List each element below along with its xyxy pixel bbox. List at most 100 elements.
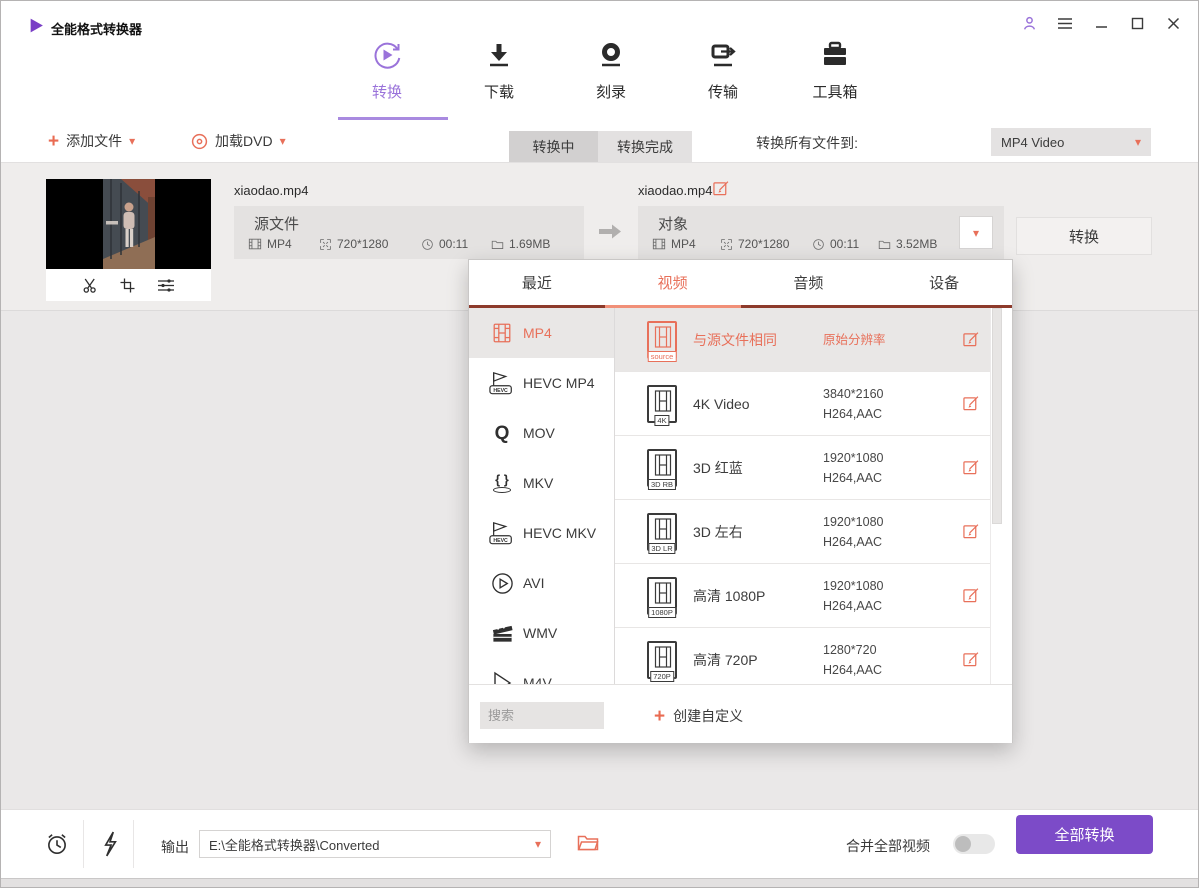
preset-3d-red-blue[interactable]: 3D RB 3D 红蓝 1920*1080H264,AAC — [615, 436, 990, 500]
preset-scrollbar-thumb[interactable] — [992, 308, 1002, 524]
source-size: 1.69MB — [491, 237, 550, 251]
output-path-value: E:\全能格式转换器\Converted — [209, 835, 380, 854]
plus-icon: + — [48, 132, 59, 151]
mkv-braces-icon: { } — [489, 473, 515, 493]
app-title: 全能格式转换器 — [51, 19, 142, 38]
toolbox-icon — [817, 37, 853, 73]
target-size: 3.52MB — [878, 237, 937, 251]
create-custom-button[interactable]: + 创建自定义 — [654, 706, 743, 726]
preset-4k-video[interactable]: 4K 4K Video 3840*2160H264,AAC — [615, 372, 990, 436]
nav-tab-transfer[interactable]: 传输 — [667, 37, 779, 107]
schedule-alarm-icon[interactable] — [44, 831, 70, 857]
edit-preset-icon[interactable] — [963, 331, 980, 348]
toggle-knob — [955, 836, 971, 852]
crop-icon[interactable] — [120, 278, 135, 293]
quicktime-icon: Q — [489, 424, 515, 443]
source-preset-icon: source — [647, 321, 677, 359]
edit-preset-icon[interactable] — [963, 523, 980, 540]
nav-tab-convert[interactable]: 转换 — [331, 37, 443, 107]
open-folder-icon[interactable] — [577, 833, 599, 852]
account-icon[interactable] — [1018, 12, 1040, 34]
preset-file-icon: 3D LR — [647, 513, 677, 551]
toolbar: + 添加文件 ▾ 加载DVD ▾ 转换中 转换完成 转换所有文件到: MP4 V… — [1, 120, 1198, 163]
add-file-button[interactable]: + 添加文件 ▾ — [48, 120, 135, 162]
source-to-target-arrow-icon — [598, 223, 622, 240]
chevron-down-icon: ▾ — [535, 838, 541, 850]
nav-tab-label: 转换 — [372, 81, 402, 102]
panel-tab-audio[interactable]: 音频 — [741, 260, 877, 305]
output-path-select[interactable]: E:\全能格式转换器\Converted ▾ — [199, 830, 551, 858]
nav-tab-label: 下载 — [484, 81, 514, 102]
add-file-label: 添加文件 — [66, 131, 122, 151]
maximize-icon[interactable] — [1126, 12, 1148, 34]
transfer-icon — [705, 37, 741, 73]
format-item-mp4[interactable]: MP4 — [469, 308, 614, 358]
format-item-wmv[interactable]: WMV — [469, 608, 614, 658]
convert-button[interactable]: 转换 — [1016, 217, 1152, 255]
tab-converting[interactable]: 转换中 — [509, 131, 598, 162]
output-label: 输出 — [161, 837, 189, 857]
chevron-down-icon: ▾ — [973, 227, 979, 239]
preset-hd-1080p[interactable]: 1080P 高清 1080P 1920*1080H264,AAC — [615, 564, 990, 628]
minimize-icon[interactable] — [1090, 12, 1112, 34]
panel-tab-device[interactable]: 设备 — [876, 260, 1012, 305]
resolution-icon — [720, 238, 733, 251]
nav-tab-download[interactable]: 下载 — [443, 37, 555, 107]
panel-tab-recent[interactable]: 最近 — [469, 260, 605, 305]
tab-finished[interactable]: 转换完成 — [598, 131, 692, 162]
bottom-bar: 输出 E:\全能格式转换器\Converted ▾ 合并全部视频 全部转换 — [1, 809, 1198, 878]
source-file-name: xiaodao.mp4 — [234, 183, 308, 198]
format-item-mkv[interactable]: { } MKV — [469, 458, 614, 508]
edit-preset-icon[interactable] — [963, 651, 980, 668]
burn-disc-icon — [593, 37, 629, 73]
format-item-avi[interactable]: AVI — [469, 558, 614, 608]
preset-3d-left-right[interactable]: 3D LR 3D 左右 1920*1080H264,AAC — [615, 500, 990, 564]
clock-icon — [421, 238, 434, 251]
preset-scrollbar-track[interactable] — [990, 308, 1002, 684]
preset-file-icon: 720P — [647, 641, 677, 679]
svg-text:HEVC: HEVC — [493, 538, 508, 544]
video-thumbnail[interactable] — [46, 179, 211, 269]
format-picker-panel: 最近 视频 音频 设备 MP4 HEVC HEVC MP4 Q — [468, 259, 1013, 743]
target-format-dropdown-button[interactable]: ▾ — [959, 216, 993, 249]
preset-same-as-source[interactable]: source 与源文件相同 原始分辨率 — [615, 308, 990, 372]
search-input[interactable] — [480, 702, 604, 729]
source-title: 源文件 — [254, 213, 299, 234]
preset-file-icon: 1080P — [647, 577, 677, 615]
target-duration: 00:11 — [812, 237, 859, 251]
merge-all-toggle[interactable] — [953, 834, 995, 854]
clapperboard-icon — [489, 622, 515, 645]
preset-hd-720p[interactable]: 720P 高清 720P 1280*720H264,AAC — [615, 628, 990, 684]
convert-all-button[interactable]: 全部转换 — [1016, 815, 1153, 854]
nav-tab-burn[interactable]: 刻录 — [555, 37, 667, 107]
edit-preset-icon[interactable] — [963, 459, 980, 476]
menu-icon[interactable] — [1054, 12, 1076, 34]
nav-tab-toolbox[interactable]: 工具箱 — [779, 37, 891, 107]
output-format-dropdown[interactable]: MP4 Video ▾ — [991, 128, 1151, 156]
main-nav: 转换 下载 刻录 传输 — [331, 37, 891, 107]
source-info-box: 源文件 MP4 720*1280 00:11 1.69MB — [234, 206, 584, 259]
format-item-hevc-mp4[interactable]: HEVC HEVC MP4 — [469, 358, 614, 408]
effects-icon[interactable] — [157, 278, 175, 293]
target-format: MP4 — [652, 237, 696, 251]
window-controls — [1018, 12, 1184, 34]
target-info-box: 对象 MP4 720*1280 00:11 3.52MB — [638, 206, 1004, 259]
edit-preset-icon[interactable] — [963, 587, 980, 604]
trim-icon[interactable] — [82, 278, 98, 293]
chevron-down-icon: ▾ — [129, 135, 135, 147]
nav-tab-label: 传输 — [708, 81, 738, 102]
load-dvd-button[interactable]: 加载DVD ▾ — [191, 120, 286, 162]
dvd-icon — [191, 133, 208, 150]
panel-tab-video[interactable]: 视频 — [605, 260, 741, 305]
edit-preset-icon[interactable] — [963, 395, 980, 412]
play-circle-icon — [489, 572, 515, 595]
film-icon — [248, 237, 262, 251]
close-icon[interactable] — [1162, 12, 1184, 34]
high-speed-icon[interactable] — [100, 831, 120, 857]
resolution-icon — [319, 238, 332, 251]
source-format: MP4 — [248, 237, 292, 251]
format-item-m4v[interactable]: M4V — [469, 658, 614, 684]
rename-edit-icon[interactable] — [713, 180, 730, 197]
format-item-hevc-mkv[interactable]: HEVC HEVC MKV — [469, 508, 614, 558]
format-item-mov[interactable]: Q MOV — [469, 408, 614, 458]
